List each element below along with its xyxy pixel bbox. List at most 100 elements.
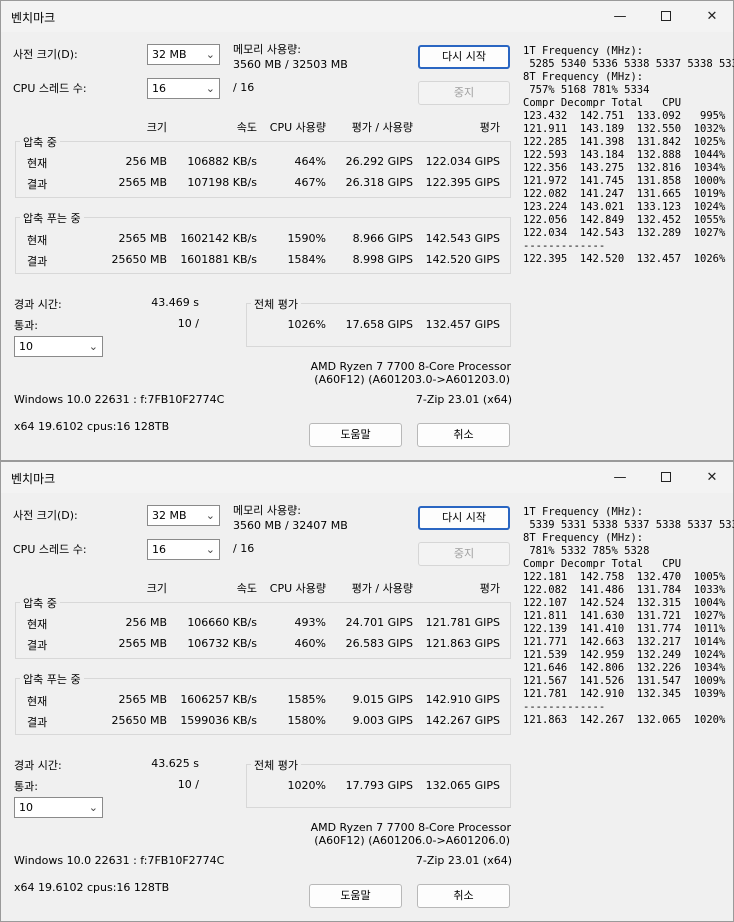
total-rating-label: 전체 평가	[251, 757, 301, 773]
row-rating: 142.267 GIPS	[425, 714, 500, 727]
row-size: 256 MB	[125, 155, 167, 168]
total-rating-label: 전체 평가	[251, 296, 301, 312]
compression-group: 압축 중	[15, 595, 511, 659]
row-speed: 106660 KB/s	[187, 616, 257, 629]
row-size: 2565 MB	[118, 176, 167, 189]
total-rating: 132.457 GIPS	[425, 318, 500, 331]
chevron-down-icon: ⌄	[205, 48, 215, 61]
dict-size-value: 32 MB	[152, 509, 187, 522]
row-cpu: 467%	[294, 176, 326, 189]
threads-select[interactable]: 16 ⌄	[147, 78, 220, 99]
restart-button[interactable]: 다시 시작	[418, 45, 510, 69]
row-rating-usage: 9.003 GIPS	[352, 714, 413, 727]
threads-total: / 16	[233, 542, 255, 555]
row-cpu: 460%	[294, 637, 326, 650]
window-title: 벤치마크	[11, 11, 56, 25]
col-speed: 속도	[236, 582, 257, 595]
row-size: 2565 MB	[118, 693, 167, 706]
row-speed: 1602142 KB/s	[180, 232, 257, 245]
row-rating-usage: 8.998 GIPS	[352, 253, 413, 266]
cpu-id: (A60F12) (A601203.0->A601203.0)	[314, 373, 510, 386]
zip-version: 7-Zip 23.01 (x64)	[415, 854, 512, 867]
cpu-name: AMD Ryzen 7 7700 8-Core Processor	[310, 821, 511, 834]
row-rating: 121.781 GIPS	[425, 616, 500, 629]
frequency-log: 1T Frequency (MHz): 5339 5331 5338 5337 …	[523, 506, 734, 726]
dict-size-select[interactable]: 32 MB ⌄	[147, 505, 220, 526]
restart-button[interactable]: 다시 시작	[418, 506, 510, 530]
total-rating-usage: 17.793 GIPS	[345, 779, 413, 792]
memory-usage-label: 메모리 사용량:	[233, 504, 301, 517]
row-name: 결과	[27, 255, 48, 268]
title-bar: 벤치마크 — ✕	[1, 462, 733, 493]
help-button[interactable]: 도움말	[309, 423, 402, 447]
row-name: 결과	[27, 716, 48, 729]
stop-button[interactable]: 중지	[418, 542, 510, 566]
minimize-button[interactable]: —	[597, 1, 643, 32]
passes-label: 통과:	[14, 319, 38, 332]
row-name: 결과	[27, 639, 48, 652]
benchmark-window: 벤치마크 — ✕ 사전 크기(D): 32 MB ⌄ CPU 스레드 수: 16 ⌄…	[0, 0, 734, 461]
maximize-button[interactable]	[643, 462, 689, 493]
row-cpu: 1580%	[287, 714, 326, 727]
dict-size-label: 사전 크기(D):	[13, 48, 78, 61]
threads-label: CPU 스레드 수:	[13, 543, 87, 556]
close-button[interactable]: ✕	[689, 1, 734, 32]
passes-select[interactable]: 10 ⌄	[14, 336, 103, 357]
row-size: 256 MB	[125, 616, 167, 629]
row-speed: 1606257 KB/s	[180, 693, 257, 706]
passes-value: 10 /	[177, 778, 199, 791]
row-name: 현재	[27, 695, 48, 708]
passes-select[interactable]: 10 ⌄	[14, 797, 103, 818]
row-speed: 106732 KB/s	[187, 637, 257, 650]
minimize-button[interactable]: —	[597, 462, 643, 493]
row-rating-usage: 26.318 GIPS	[345, 176, 413, 189]
cancel-button[interactable]: 취소	[417, 423, 510, 447]
elapsed-time-value: 43.469 s	[151, 296, 199, 309]
col-rating-usage: 평가 / 사용량	[351, 582, 413, 595]
row-cpu: 493%	[294, 616, 326, 629]
row-cpu: 464%	[294, 155, 326, 168]
passes-label: 통과:	[14, 780, 38, 793]
memory-usage-label: 메모리 사용량:	[233, 43, 301, 56]
maximize-icon	[661, 471, 671, 482]
arch-info: x64 19.6102 cpus:16 128TB	[14, 881, 170, 894]
chevron-down-icon: ⌄	[88, 340, 98, 353]
total-cpu: 1026%	[287, 318, 326, 331]
os-info: Windows 10.0 22631 : f:7FB10F2774C	[14, 393, 225, 406]
dict-size-value: 32 MB	[152, 48, 187, 61]
close-button[interactable]: ✕	[689, 462, 734, 493]
maximize-button[interactable]	[643, 1, 689, 32]
compression-label: 압축 중	[20, 595, 60, 611]
decompression-label: 압축 푸는 중	[20, 210, 84, 226]
frequency-log: 1T Frequency (MHz): 5285 5340 5336 5338 …	[523, 45, 734, 265]
compression-label: 압축 중	[20, 134, 60, 150]
col-rating: 평가	[479, 582, 500, 595]
elapsed-time-label: 경과 시간:	[14, 298, 62, 311]
row-rating-usage: 26.292 GIPS	[345, 155, 413, 168]
chevron-down-icon: ⌄	[205, 509, 215, 522]
row-name: 현재	[27, 234, 48, 247]
threads-value: 16	[152, 82, 166, 95]
row-rating-usage: 9.015 GIPS	[352, 693, 413, 706]
row-name: 현재	[27, 157, 48, 170]
dict-size-select[interactable]: 32 MB ⌄	[147, 44, 220, 65]
col-rating-usage: 평가 / 사용량	[351, 121, 413, 134]
row-speed: 1599036 KB/s	[180, 714, 257, 727]
compression-group: 압축 중	[15, 134, 511, 198]
threads-select[interactable]: 16 ⌄	[147, 539, 220, 560]
total-rating-usage: 17.658 GIPS	[345, 318, 413, 331]
row-rating: 142.910 GIPS	[425, 693, 500, 706]
dict-size-label: 사전 크기(D):	[13, 509, 78, 522]
row-size: 25650 MB	[111, 253, 167, 266]
stop-button[interactable]: 중지	[418, 81, 510, 105]
row-size: 2565 MB	[118, 232, 167, 245]
cancel-button[interactable]: 취소	[417, 884, 510, 908]
col-cpu-usage: CPU 사용량	[269, 121, 326, 134]
row-cpu: 1585%	[287, 693, 326, 706]
col-speed: 속도	[236, 121, 257, 134]
passes-value: 10 /	[177, 317, 199, 330]
benchmark-window: 벤치마크 — ✕ 사전 크기(D): 32 MB ⌄ CPU 스레드 수: 16 ⌄…	[0, 461, 734, 922]
elapsed-time-value: 43.625 s	[151, 757, 199, 770]
help-button[interactable]: 도움말	[309, 884, 402, 908]
row-cpu: 1584%	[287, 253, 326, 266]
